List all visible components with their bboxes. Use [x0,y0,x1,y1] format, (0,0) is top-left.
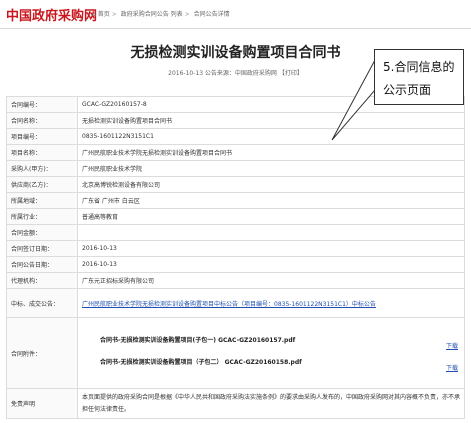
download-link[interactable]: 下载 [446,363,458,372]
row-label: 合同编号： [6,96,78,113]
row-label: 供应商(乙方)： [6,176,78,193]
row-value [77,224,465,241]
row-value: 广东元正招标采购有限公司 [77,272,465,289]
table-row: 中标、成交公告： 广州民航职业技术学院无损检测实训设备购置项目中标公告（项目编号… [6,288,465,318]
notice-label: 中标、成交公告： [6,288,78,318]
attachment-item: 合同书-无损检测实训设备购置项目(子包一) GCAC-GZ20160157.pd… [82,331,460,353]
table-row: 项目名称： 广州民航职业技术学院无损检测实训设备购置项目合同书 [6,144,465,161]
attachment-item: 合同书-无损检测实训设备购置项目（子包二） GCAC-GZ20160158.pd… [82,353,460,375]
award-notice-link[interactable]: 广州民航职业技术学院无损检测实训设备购置项目中标公告（项目编号：0835-160… [82,301,376,308]
annotation-callout: 5.合同信息的 公示页面 [374,49,464,105]
table-row: 合同名称： 无损检测实训设备购置项目合同书 [6,112,465,129]
row-value: 广东省 广州市 白云区 [77,192,465,209]
row-label: 代理机构： [6,272,78,289]
row-label: 所属地域： [6,192,78,209]
table-row: 合同金额： [6,224,465,241]
callout-line-2: 公示页面 [383,83,432,97]
row-value: 广州民航职业技术学院无损检测实训设备购置项目合同书 [77,144,465,161]
row-label: 项目编号： [6,128,78,145]
row-value: 广州民航职业技术学院 [77,160,465,177]
table-row: 所属行业： 普通高等教育 [6,208,465,225]
table-row: 所属地域： 广东省 广州市 白云区 [6,192,465,209]
table-row: 供应商(乙方)： 北京高博锐检测设备有限公司 [6,176,465,193]
row-value: 无损检测实训设备购置项目合同书 [77,112,465,129]
row-value: 0835-1601122N3151C1 [77,128,465,145]
table-row: 合同附件： 合同书-无损检测实训设备购置项目(子包一) GCAC-GZ20160… [6,317,465,389]
attachment-name: 合同书-无损检测实训设备购置项目(子包一) GCAC-GZ20160157.pd… [100,337,296,344]
callout-line-1: 5.合同信息的 [383,60,455,74]
table-row: 合同公告日期： 2016-10-13 [6,256,465,273]
download-link[interactable]: 下载 [446,341,458,350]
disclaimer-text: 本页面提供的政府采购合同是根据《中华人民共和国政府采购法实施条例》的要求由采购人… [77,388,465,419]
table-row: 项目编号： 0835-1601122N3151C1 [6,128,465,145]
row-label: 合同金额： [6,224,78,241]
attachment-name: 合同书-无损检测实训设备购置项目（子包二） GCAC-GZ20160158.pd… [100,359,302,366]
table-row: 合同签订日期： 2016-10-13 [6,240,465,257]
breadcrumb-home[interactable]: 首页 [98,11,110,18]
site-logo[interactable]: 中国政府采购网 [6,5,97,24]
table-row: 代理机构： 广东元正招标采购有限公司 [6,272,465,289]
row-value: 2016-10-13 [77,256,465,273]
table-row: 免责声明 本页面提供的政府采购合同是根据《中华人民共和国政府采购法实施条例》的要… [6,388,465,419]
attachments-label: 合同附件： [6,317,78,389]
row-label: 项目名称： [6,144,78,161]
breadcrumb: ⌂ 首页 > 政府采购合同公告 列表 > 合同公告详情 [92,11,230,18]
row-label: 所属行业： [6,208,78,225]
row-value: 2016-10-13 [77,240,465,257]
breadcrumb-current: 合同公告详情 [193,11,230,18]
disclaimer-label: 免责声明 [6,388,78,419]
breadcrumb-contract-list[interactable]: 政府采购合同公告 列表 [121,11,183,18]
home-icon: ⌂ [92,11,96,18]
row-label: 合同名称： [6,112,78,129]
top-bar: 中国政府采购网 ⌂ 首页 > 政府采购合同公告 列表 > 合同公告详情 [0,0,471,29]
row-label: 采购人(甲方)： [6,160,78,177]
row-value: 普通高等教育 [77,208,465,225]
row-label: 合同公告日期： [6,256,78,273]
table-row: 采购人(甲方)： 广州民航职业技术学院 [6,160,465,177]
contract-info-table: 合同编号： GCAC-GZ20160157-8 合同名称： 无损检测实训设备购置项目… [6,96,465,419]
row-value: 北京高博锐检测设备有限公司 [77,176,465,193]
row-label: 合同签订日期： [6,240,78,257]
